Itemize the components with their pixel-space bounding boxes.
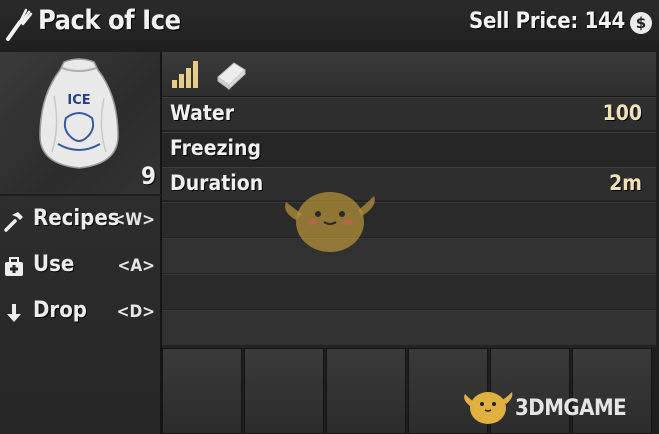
recipes-action[interactable]: Recipes <W> — [0, 200, 160, 240]
stat-row-duration: Duration 2m — [162, 167, 656, 200]
hammer-icon — [4, 212, 23, 232]
info-tab-bar — [162, 52, 656, 98]
arrow-down-icon — [7, 304, 21, 322]
mascot-watermark-image — [285, 192, 375, 252]
item-count: 9 — [140, 162, 156, 190]
stat-label: Duration — [170, 171, 264, 195]
stats-bars-icon[interactable] — [170, 58, 202, 90]
use-label: Use — [33, 252, 75, 277]
empty-stat-row — [162, 238, 656, 273]
bag-label: ICE — [67, 93, 90, 108]
title-bar: Pack of Ice Sell Price: 144 $ — [0, 0, 659, 50]
stat-label: Freezing — [170, 136, 261, 160]
ice-bag-image: ICE — [39, 58, 119, 169]
slot[interactable] — [244, 348, 324, 434]
watermark-text: 3DMGAME — [515, 396, 627, 421]
use-action[interactable]: Use <A> — [0, 246, 160, 286]
stat-value: 100 — [602, 101, 642, 125]
mascot-logo-icon — [464, 392, 513, 424]
drop-action[interactable]: Drop <D> — [0, 292, 160, 332]
stat-label: Water — [170, 101, 235, 125]
empty-stat-row — [162, 274, 656, 309]
item-info-panel: Water 100 Freezing Duration 2m — [162, 52, 656, 348]
item-title: Pack of Ice — [38, 5, 181, 36]
use-key: <A> — [117, 256, 155, 276]
recipes-key: <W> — [112, 210, 155, 230]
drop-label: Drop — [33, 298, 87, 323]
action-list: Recipes <W> Use <A> Drop <D> — [0, 196, 162, 434]
site-watermark: 3DMGAME — [462, 378, 657, 434]
drop-key: <D> — [116, 302, 155, 322]
medkit-icon — [5, 257, 23, 276]
coin-icon: $ — [630, 12, 652, 34]
empty-stat-row — [162, 202, 656, 237]
slot[interactable] — [162, 348, 242, 434]
book-icon[interactable] — [214, 57, 248, 91]
fork-icon — [6, 8, 33, 41]
stat-value: 2m — [609, 171, 642, 195]
empty-stat-row — [162, 310, 656, 345]
stat-row-freezing: Freezing — [162, 132, 656, 165]
sell-price: Sell Price: 144 — [469, 9, 625, 34]
stat-row-water: Water 100 — [162, 97, 656, 130]
slot[interactable] — [326, 348, 406, 434]
recipes-label: Recipes — [33, 206, 120, 231]
item-preview: ICE 9 — [0, 52, 162, 194]
